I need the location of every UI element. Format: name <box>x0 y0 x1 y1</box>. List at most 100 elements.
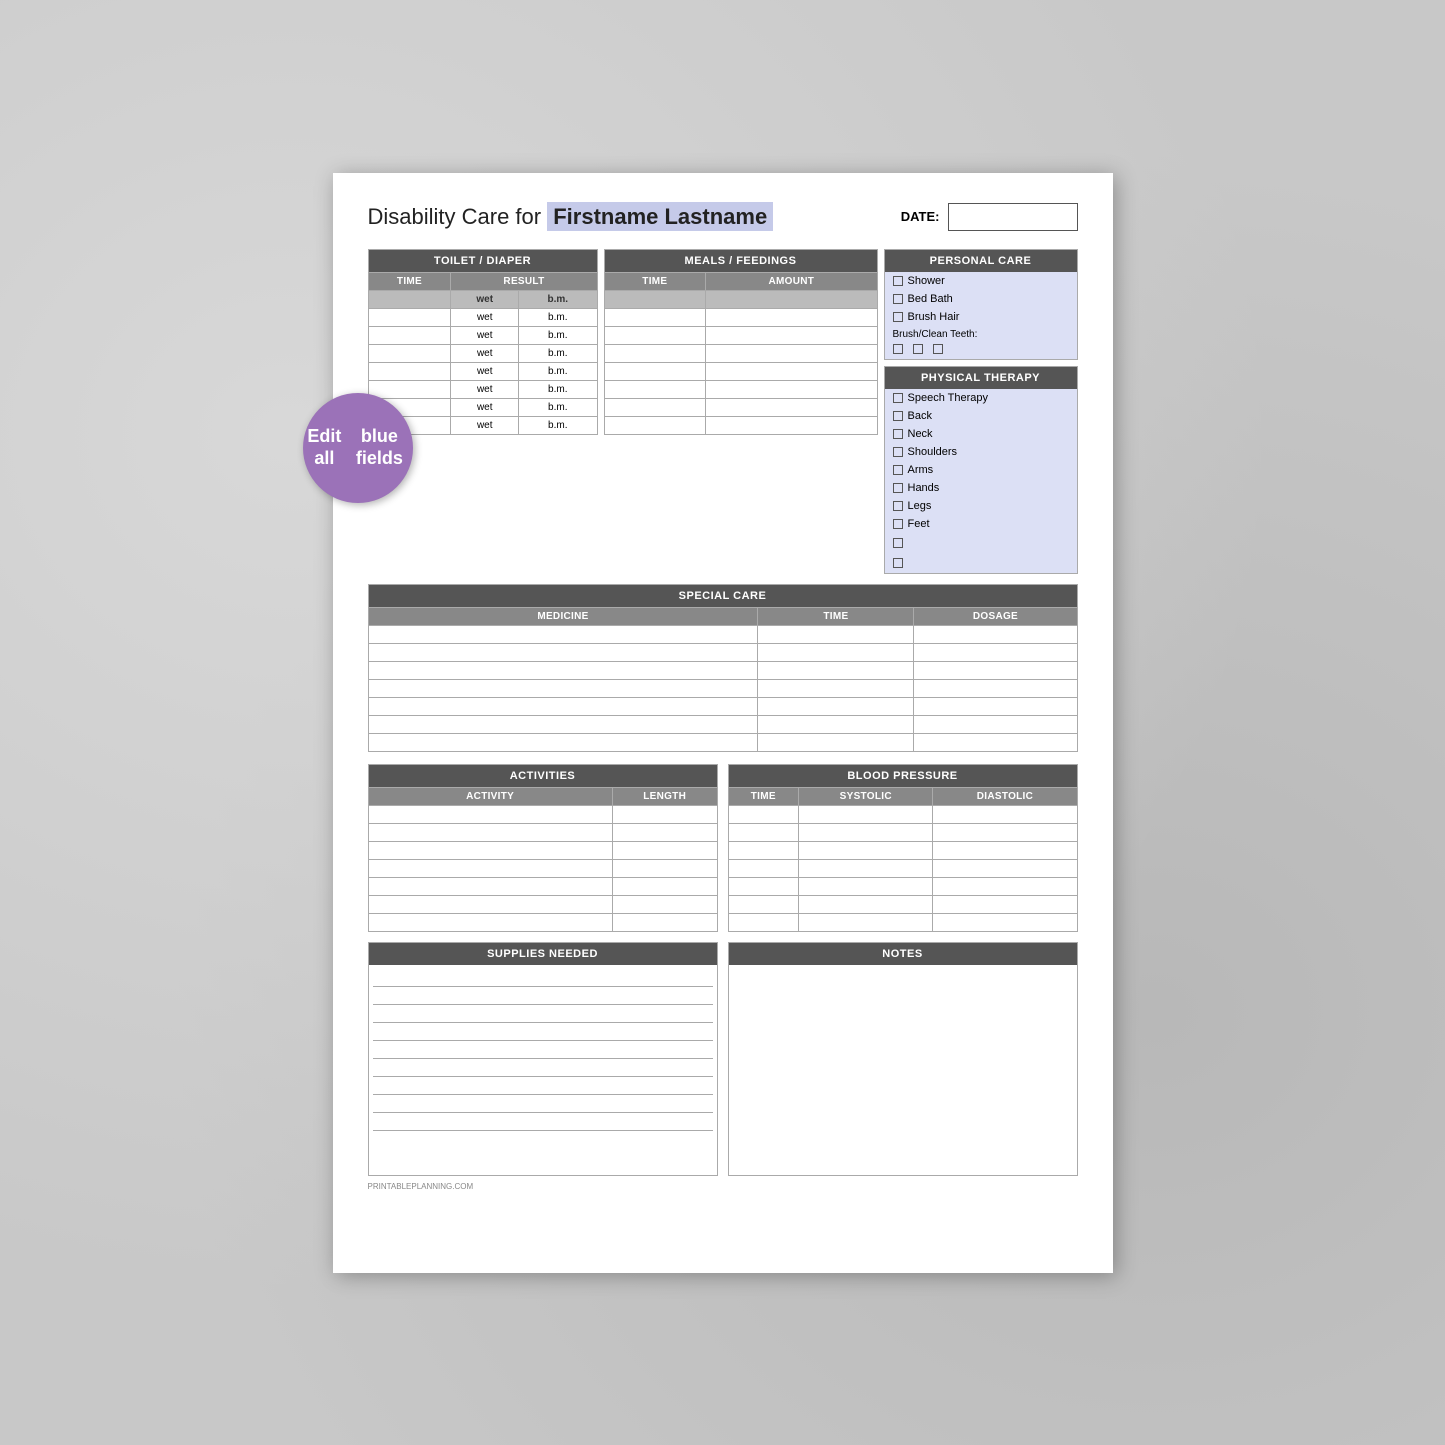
bed-bath-checkbox[interactable] <box>893 294 903 304</box>
legs-checkbox[interactable] <box>893 501 903 511</box>
bp-time-header: TIME <box>728 787 799 805</box>
table-row <box>368 679 1077 697</box>
shower-item: Shower <box>885 272 1077 290</box>
neck-checkbox[interactable] <box>893 429 903 439</box>
activities-header: ACTIVITIES <box>368 764 717 787</box>
blood-pressure-section: BLOOD PRESSURE TIME SYSTOLIC DIASTOLIC <box>728 764 1078 932</box>
brush-teeth-cb1[interactable] <box>893 344 903 354</box>
personal-care-header: PERSONAL CARE <box>885 250 1077 272</box>
brush-teeth-label: Brush/Clean Teeth: <box>885 326 1077 342</box>
table-row <box>368 913 717 931</box>
hands-item: Hands <box>885 479 1077 497</box>
toilet-time-header: TIME <box>368 272 451 290</box>
notes-section: NOTES <box>728 942 1078 1176</box>
table-row <box>368 877 717 895</box>
physical-therapy-header: PHYSICAL THERAPY <box>885 367 1077 389</box>
table-row <box>368 805 717 823</box>
neck-item: Neck <box>885 425 1077 443</box>
feet-item: Feet <box>885 515 1077 533</box>
systolic-header: SYSTOLIC <box>799 787 933 805</box>
title-row: Disability Care for Firstname Lastname D… <box>368 203 1078 231</box>
table-row <box>728 877 1077 895</box>
blood-pressure-header: BLOOD PRESSURE <box>728 764 1077 787</box>
date-input[interactable] <box>948 203 1078 231</box>
supplies-row[interactable] <box>373 987 713 1005</box>
pt-custom1-checkbox[interactable] <box>893 538 903 548</box>
bm-header: b.m. <box>519 290 597 308</box>
table-row <box>728 823 1077 841</box>
medicine-header: MEDICINE <box>368 607 758 625</box>
meals-feedings-section: MEALS / FEEDINGS TIME AMOUNT <box>604 249 878 574</box>
table-row <box>368 697 1077 715</box>
shower-checkbox[interactable] <box>893 276 903 286</box>
table-row <box>728 913 1077 931</box>
table-row: wetb.m. <box>368 308 597 326</box>
pt-custom2-checkbox[interactable] <box>893 558 903 568</box>
supplies-row[interactable] <box>373 1005 713 1023</box>
table-row <box>368 643 1077 661</box>
supplies-row[interactable] <box>373 1095 713 1113</box>
hands-checkbox[interactable] <box>893 483 903 493</box>
table-row <box>604 398 877 416</box>
toilet-header: TOILET / DIAPER <box>368 249 597 272</box>
table-row <box>604 416 877 434</box>
brush-hair-checkbox[interactable] <box>893 312 903 322</box>
activity-col-header: ACTIVITY <box>368 787 612 805</box>
special-care-header: SPECIAL CARE <box>368 584 1077 607</box>
table-row <box>368 661 1077 679</box>
table-row <box>604 326 877 344</box>
brush-teeth-cb2[interactable] <box>913 344 923 354</box>
supplies-row[interactable] <box>373 1059 713 1077</box>
date-section: DATE: <box>901 203 1078 231</box>
table-row <box>368 625 1077 643</box>
supplies-row[interactable] <box>373 969 713 987</box>
back-checkbox[interactable] <box>893 411 903 421</box>
edit-badge: Edit all blue fields <box>303 393 413 503</box>
table-row <box>368 841 717 859</box>
pt-custom1 <box>885 533 1077 553</box>
back-item: Back <box>885 407 1077 425</box>
speech-therapy-item: Speech Therapy <box>885 389 1077 407</box>
table-row <box>368 895 717 913</box>
meals-header: MEALS / FEEDINGS <box>604 249 877 272</box>
physical-therapy-section: PHYSICAL THERAPY Speech Therapy Back Nec… <box>884 366 1078 574</box>
arms-item: Arms <box>885 461 1077 479</box>
table-row <box>728 841 1077 859</box>
patient-name[interactable]: Firstname Lastname <box>547 202 773 231</box>
table-row: wetb.m. <box>368 344 597 362</box>
supplies-row[interactable] <box>373 1023 713 1041</box>
table-row: wetb.m. <box>368 326 597 344</box>
supplies-row[interactable] <box>373 1131 713 1149</box>
dosage-header: DOSAGE <box>914 607 1077 625</box>
diastolic-header: DIASTOLIC <box>933 787 1077 805</box>
right-column: PERSONAL CARE Shower Bed Bath Brush Hair… <box>884 249 1078 574</box>
table-row <box>368 859 717 877</box>
table-row <box>604 380 877 398</box>
toilet-result-header: RESULT <box>451 272 597 290</box>
sc-time-header: TIME <box>758 607 914 625</box>
table-row <box>368 715 1077 733</box>
shoulders-item: Shoulders <box>885 443 1077 461</box>
notes-content[interactable] <box>729 965 1077 1175</box>
brush-teeth-checkboxes <box>885 342 1077 359</box>
supplies-row[interactable] <box>373 1041 713 1059</box>
legs-item: Legs <box>885 497 1077 515</box>
footer: PRINTABLEPLANNING.COM <box>368 1182 1078 1191</box>
speech-therapy-checkbox[interactable] <box>893 393 903 403</box>
personal-care-section: PERSONAL CARE Shower Bed Bath Brush Hair… <box>884 249 1078 360</box>
table-row <box>604 344 877 362</box>
supplies-row[interactable] <box>373 1077 713 1095</box>
supplies-row[interactable] <box>373 1113 713 1131</box>
supplies-header: SUPPLIES NEEDED <box>369 943 717 965</box>
pt-custom2 <box>885 553 1077 573</box>
table-row: wetb.m. <box>368 380 597 398</box>
feet-checkbox[interactable] <box>893 519 903 529</box>
document-title: Disability Care for Firstname Lastname <box>368 204 774 230</box>
table-row <box>728 895 1077 913</box>
special-care-section: SPECIAL CARE MEDICINE TIME DOSAGE <box>368 584 1078 752</box>
brush-teeth-cb3[interactable] <box>933 344 943 354</box>
brush-hair-item: Brush Hair <box>885 308 1077 326</box>
arms-checkbox[interactable] <box>893 465 903 475</box>
shoulders-checkbox[interactable] <box>893 447 903 457</box>
meals-time-header: TIME <box>604 272 706 290</box>
